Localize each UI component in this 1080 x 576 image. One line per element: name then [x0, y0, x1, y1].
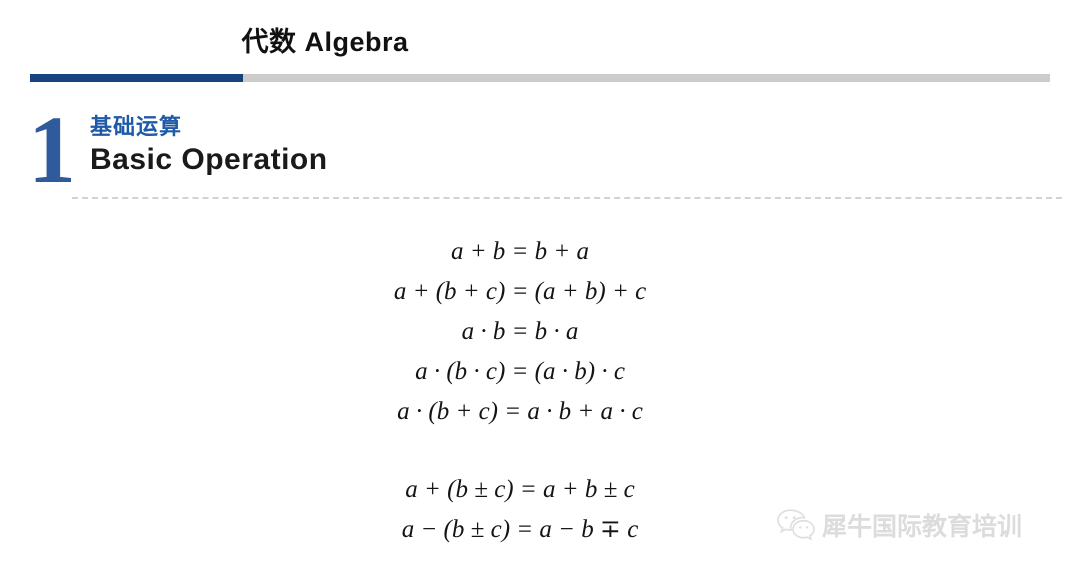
section-titles: 基础运算 Basic Operation — [90, 114, 328, 179]
equation-line: a + (b + c) = (a + b) + c — [393, 278, 647, 305]
slide-canvas: 代数 Algebra 1 基础运算 Basic Operation a + b … — [0, 0, 1080, 576]
progress-fill — [30, 74, 243, 82]
section-header: 1 基础运算 Basic Operation — [28, 102, 1062, 202]
equation-line: a + (b ± c) = a + b ± c — [405, 476, 635, 503]
equation-list: a + b = b + a a + (b + c) = (a + b) + c … — [0, 232, 1040, 550]
equation-line: a · b = b · a — [461, 318, 579, 345]
wechat-icon — [776, 508, 816, 542]
section-title-cn: 基础运算 — [90, 114, 183, 139]
equation-line: a · (b + c) = a · b + a · c — [397, 398, 643, 425]
section-title-en: Basic Operation — [90, 143, 328, 176]
equation-group-spacer — [0, 432, 1040, 470]
watermark-text: 犀牛国际教育培训 — [822, 513, 1023, 541]
section-number: 1 — [28, 96, 76, 203]
progress-track — [30, 74, 1050, 82]
equation-line: a · (b · c) = (a · b) · c — [415, 358, 625, 385]
watermark: 犀牛国际教育培训 — [776, 507, 1022, 543]
page-title: 代数 Algebra — [241, 27, 409, 57]
section-divider — [72, 197, 1062, 199]
equation-line: a + b = b + a — [450, 238, 590, 265]
